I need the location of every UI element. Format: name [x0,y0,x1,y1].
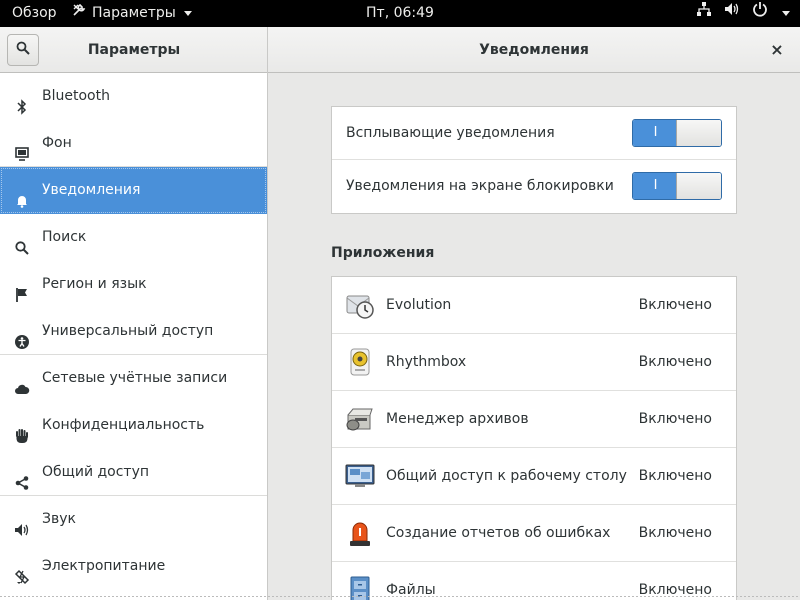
evolution-icon [344,289,376,321]
archive-manager-icon [344,403,376,435]
sidebar-item-search[interactable]: Поиск [0,214,267,261]
search-icon [16,41,30,59]
switch-on-label: I [633,173,678,199]
header-bar: Параметры Уведомления × [0,27,800,73]
app-menu[interactable]: Параметры [72,0,192,27]
app-status: Включено [638,411,712,427]
app-name: Rhythmbox [386,354,467,370]
sidebar-item-online-accounts[interactable]: Сетевые учётные записи [0,355,267,402]
switch-knob [676,120,721,146]
list-item[interactable]: Файлы Включено [332,562,736,600]
app-status: Включено [638,582,712,598]
settings-window: Параметры Уведомления × Bluetooth Фон Ув… [0,27,800,600]
sidebar-item-label: Универсальный доступ [42,323,214,339]
sidebar-item-label: Bluetooth [42,88,110,104]
list-item[interactable]: Rhythmbox Включено [332,334,736,391]
sidebar-item-label: Уведомления [42,182,141,198]
search-icon [14,229,30,255]
clock[interactable]: Пт, 06:49 [366,5,434,21]
system-tray[interactable] [696,0,790,27]
volume-icon [724,0,740,27]
hand-icon [14,417,30,443]
app-status: Включено [638,525,712,541]
close-button[interactable]: × [766,39,788,61]
app-status: Включено [638,354,712,370]
sidebar-item-sharing[interactable]: Общий доступ [0,449,267,496]
lock-screen-notifications-label: Уведомления на экране блокировки [346,178,614,194]
app-name: Файлы [386,582,436,598]
sidebar-title: Параметры [87,42,181,58]
list-item[interactable]: Evolution Включено [332,277,736,334]
bluetooth-icon [14,88,30,115]
notifications-panel: Всплывающие уведомления I Уведомления на… [268,73,800,600]
lock-screen-notifications-switch[interactable]: I [632,172,722,200]
notification-settings-frame: Всплывающие уведомления I Уведомления на… [331,106,737,214]
chevron-down-icon [782,11,790,16]
app-name: Общий доступ к рабочему столу [386,468,627,484]
popup-notifications-label: Всплывающие уведомления [346,125,555,141]
error-report-icon [344,517,376,549]
search-button[interactable] [7,34,39,66]
sidebar-item-background[interactable]: Фон [0,120,267,167]
sidebar-item-accessibility[interactable]: Универсальный доступ [0,308,267,355]
sidebar-item-label: Регион и язык [42,276,147,292]
applications-heading: Приложения [331,245,435,261]
app-name: Создание отчетов об ошибках [386,525,611,541]
top-bar: Обзор Параметры Пт, 06:49 [0,0,800,27]
settings-app-icon [72,0,86,27]
sidebar-item-region[interactable]: Регион и язык [0,261,267,308]
desktop-sharing-icon [344,460,376,492]
popup-notifications-switch[interactable]: I [632,119,722,147]
sidebar-item-label: Фон [42,135,72,151]
sidebar-item-label: Поиск [42,229,87,245]
battery-icon [14,558,30,585]
page-title: Уведомления [479,42,589,58]
sidebar-item-label: Конфиденциальность [42,417,205,433]
rhythmbox-icon [344,346,376,378]
cloud-icon [14,370,30,394]
activities-button[interactable]: Обзор [12,0,57,27]
speaker-icon [14,511,30,536]
app-name: Менеджер архивов [386,411,529,427]
sidebar-item-notifications[interactable]: Уведомления [0,167,267,214]
applications-list: Evolution Включено Rhythmbox Включено Ме… [331,276,737,600]
app-name: Evolution [386,297,452,313]
switch-on-label: I [633,120,678,146]
background-icon [14,135,30,161]
popup-notifications-row[interactable]: Всплывающие уведомления I [332,107,736,160]
accessibility-icon [14,323,30,349]
sidebar-item-privacy[interactable]: Конфиденциальность [0,402,267,449]
app-status: Включено [638,468,712,484]
app-menu-label: Параметры [92,5,176,21]
sidebar-item-label: Общий доступ [42,464,150,480]
sidebar-item-power[interactable]: Электропитание [0,543,267,590]
switch-knob [676,173,721,199]
list-item[interactable]: Общий доступ к рабочему столу Включено [332,448,736,505]
chevron-down-icon [183,11,192,16]
share-icon [14,464,30,490]
network-icon [696,0,712,27]
sidebar: Bluetooth Фон Уведомления Поиск Регион и… [0,73,268,600]
list-item[interactable]: Создание отчетов об ошибках Включено [332,505,736,562]
sidebar-item-label: Звук [42,511,76,527]
sidebar-item-label: Электропитание [42,558,166,574]
flag-icon [14,276,30,302]
sidebar-item-bluetooth[interactable]: Bluetooth [0,73,267,120]
sidebar-item-sound[interactable]: Звук [0,496,267,543]
bottom-edge [0,596,800,600]
bell-icon [14,182,30,208]
power-icon [752,0,768,27]
list-item[interactable]: Менеджер архивов Включено [332,391,736,448]
lock-screen-notifications-row[interactable]: Уведомления на экране блокировки I [332,160,736,213]
app-status: Включено [638,297,712,313]
sidebar-item-label: Сетевые учётные записи [42,370,228,386]
